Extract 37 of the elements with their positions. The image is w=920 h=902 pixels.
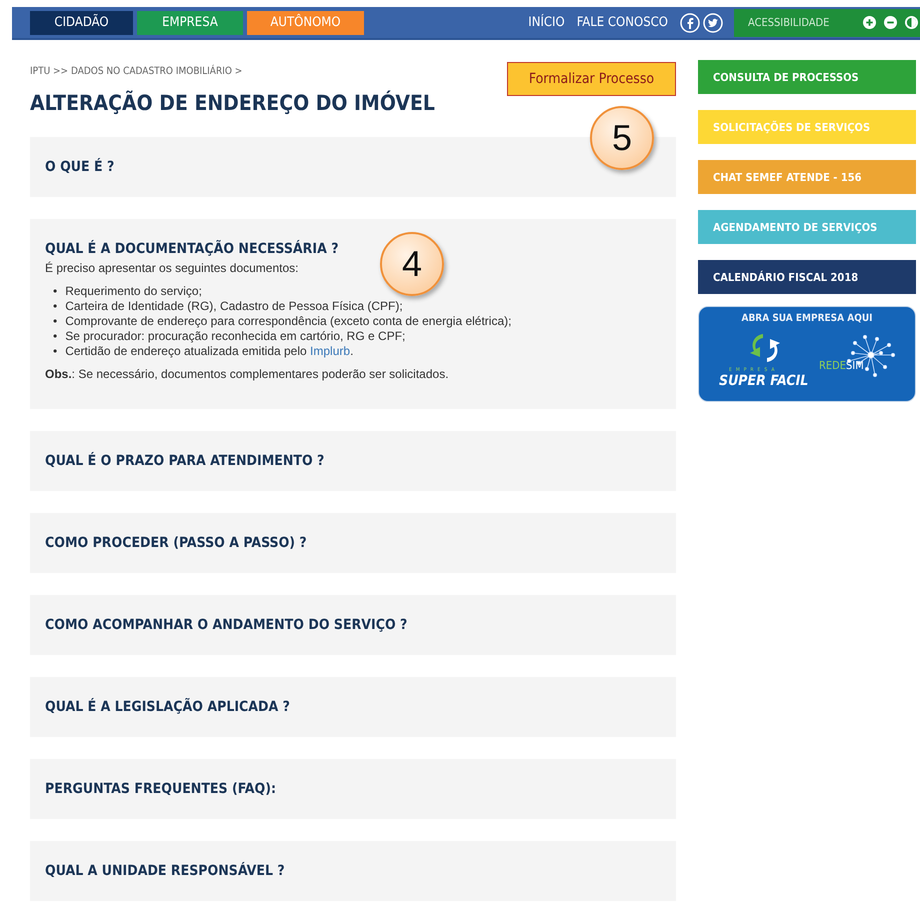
accessibility-label[interactable]: ACESSIBILIDADE [748,16,830,29]
sidebar-button[interactable]: CONSULTA DE PROCESSOS [698,60,916,94]
list-item: Requerimento do serviço; [65,284,202,299]
section-heading[interactable]: COMO PROCEDER (PASSO A PASSO) ? [45,535,661,551]
audience-tab[interactable]: CIDADÃO [30,10,133,34]
sidebar-button[interactable]: CALENDÁRIO FISCAL 2018 [698,260,916,294]
zoom-in-icon[interactable] [863,16,876,29]
bullet: • [53,329,58,344]
contrast-icon[interactable] [905,16,918,29]
breadcrumb[interactable]: IPTU >> DADOS NO CADASTRO IMOBILIÁRIO > [30,66,435,77]
bullet: • [53,284,58,299]
callout-badge: 5 [590,106,654,170]
section-heading[interactable]: QUAL É O PRAZO PARA ATENDIMENTO ? [45,453,661,469]
banner-title: ABRA SUA EMPRESA AQUI [740,313,874,324]
nav-link[interactable]: INÍCIO [528,15,565,30]
bullet: • [53,344,58,359]
bullet: • [53,314,58,329]
implurb-link[interactable]: Implurb [310,344,350,358]
page-title: ALTERAÇÃO DE ENDEREÇO DO IMÓVEL [30,91,435,115]
facebook-icon[interactable] [680,12,700,32]
section-heading[interactable]: QUAL A UNIDADE RESPONSÁVEL ? [45,863,661,879]
nav-link[interactable]: FALE CONOSCO [576,15,668,30]
list-item: Carteira de Identidade (RG), Cadastro de Pessoa Física (CPF); [65,299,403,314]
section-heading[interactable]: QUAL É A LEGISLAÇÃO APLICADA ? [45,699,661,715]
section-heading[interactable]: PERGUNTAS FREQUENTES (FAQ): [45,781,661,797]
note-text: Obs.: Se necessário, documentos complementares poderão ser solicitados. [45,367,450,381]
section-text: É preciso apresentar os seguintes documentos: [45,261,298,276]
audience-tab[interactable]: EMPRESA [137,10,243,34]
bullet: • [53,299,58,314]
section-heading[interactable]: COMO ACOMPANHAR O ANDAMENTO DO SERVIÇO ? [45,617,661,633]
banner-brand: SUPER FACIL [719,373,808,389]
list-item: Certidão de endereço atualizada emitida pelo Implurb. [65,344,354,359]
twitter-icon[interactable] [703,12,723,32]
list-item: Se procurador: procuração reconhecida em cartório, RG e CPF; [65,329,406,344]
zoom-out-icon[interactable] [884,16,897,29]
formalize-process-button[interactable]: Formalizar Processo [507,62,676,96]
list-item: Comprovante de endereço para correspondência (exceto conta de energia elétrica); [65,314,512,329]
